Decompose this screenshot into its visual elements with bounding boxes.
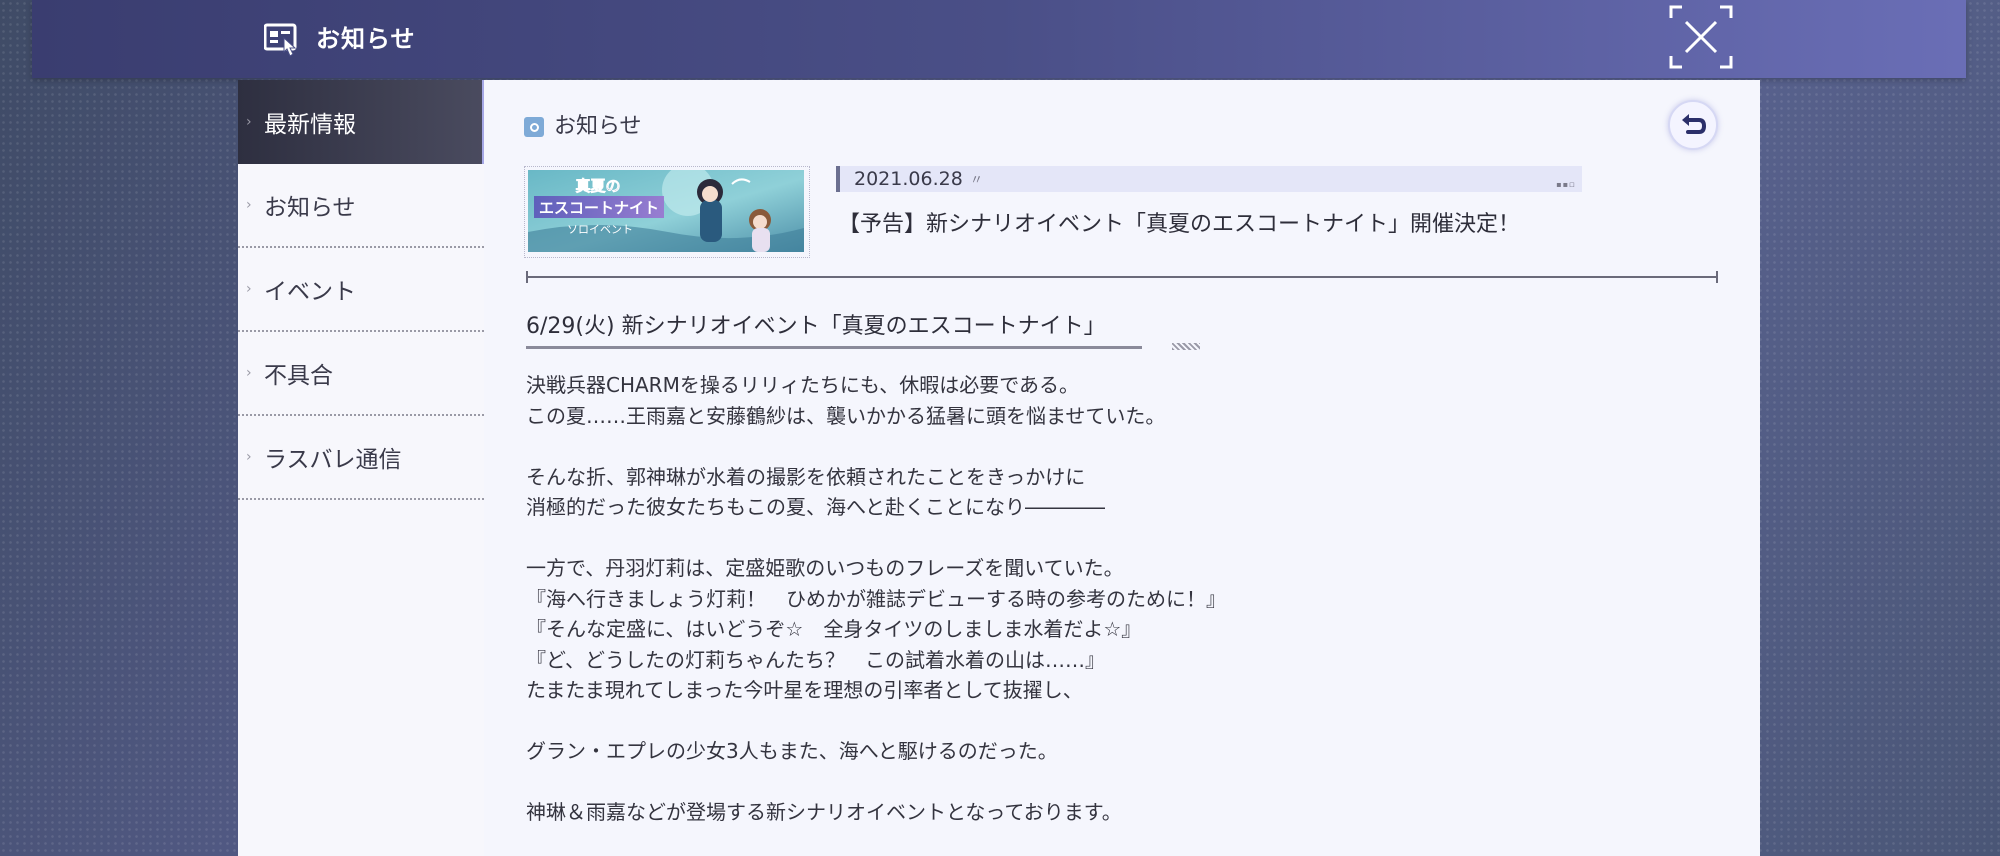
divider — [526, 276, 1718, 278]
bullet-icon — [524, 117, 544, 137]
body-line: 一方で、丹羽灯莉は、定盛姫歌のいつものフレーズを聞いていた。 — [526, 556, 1124, 580]
notice-board-icon — [264, 23, 297, 57]
body-line: そんな折、郭神琳が水着の撮影を依頼されたことをきっかけに — [526, 464, 1086, 489]
sidebar: › 最新情報 › お知らせ › イベント › 不具合 › ラスバレ通信 — [238, 80, 488, 856]
close-icon[interactable] — [1668, 4, 1734, 70]
body-line: 神琳＆雨嘉などが登場する新シナリオイベントとなっております。 — [526, 800, 1122, 824]
body-line — [526, 431, 1706, 462]
sidebar-item-label: お知らせ — [264, 195, 356, 221]
divider-tick — [526, 271, 528, 283]
header-title: お知らせ — [316, 25, 416, 53]
divider-tick — [1716, 271, 1718, 283]
sidebar-item-label: 不具合 — [264, 363, 333, 389]
body-line — [526, 706, 1706, 737]
subtitle-underline — [526, 346, 1142, 349]
section-title: お知らせ — [554, 114, 642, 139]
chevron-right-icon: › — [246, 114, 252, 130]
sidebar-item-label: 最新情報 — [264, 112, 356, 138]
body-line: 消極的だった彼女たちもこの夏、海へと赴くことになり―――― — [526, 495, 1105, 519]
body-line: 『海へ行きましょう灯莉！ ひめかが雑誌デビューする時の参考のために！』 — [526, 586, 1226, 611]
undo-icon — [1682, 114, 1707, 134]
body-line: 『ど、どうしたの灯莉ちゃんたち？ この試着水着の山は……』 — [526, 647, 1105, 672]
section-header: お知らせ — [524, 112, 642, 142]
chevron-right-icon: › — [246, 449, 252, 465]
article-panel: お知らせ 真夏の エスコートナイト ソロイベント 2021.06.28 〃 ▪▪… — [484, 80, 1760, 856]
sidebar-item-lasbare-news[interactable]: › ラスバレ通信 — [238, 416, 484, 500]
post-date: 2021.06.28 — [854, 168, 963, 190]
body-line — [526, 767, 1706, 798]
body-line: 決戦兵器CHARMを操るリリィたちにも、休暇は必要である。 — [526, 373, 1080, 397]
sidebar-item-notices[interactable]: › お知らせ — [238, 164, 484, 248]
header-bar: お知らせ — [32, 0, 1966, 78]
article-subtitle: 6/29(火) 新シナリオイベント「真夏のエスコートナイト」 — [526, 314, 1106, 339]
quote-mark-icon: 〃 — [970, 173, 984, 188]
sidebar-item-events[interactable]: › イベント — [238, 248, 484, 332]
sidebar-item-bugs[interactable]: › 不具合 — [238, 332, 484, 416]
event-banner-thumbnail[interactable]: 真夏の エスコートナイト ソロイベント — [528, 170, 804, 252]
body-line: この夏……王雨嘉と安藤鶴紗は、襲いかかる猛暑に頭を悩ませていた。 — [526, 403, 1166, 428]
banner-line2: エスコートナイト — [539, 199, 659, 217]
banner-line3: ソロイベント — [567, 223, 633, 236]
banner-line1: 真夏の — [575, 177, 620, 195]
back-button[interactable] — [1668, 100, 1718, 150]
chevron-right-icon: › — [246, 365, 252, 381]
sidebar-item-label: イベント — [264, 279, 356, 305]
post-title: 【予告】新シナリオイベント「真夏のエスコートナイト」開催決定！ — [838, 212, 1521, 237]
body-line: 『そんな定盛に、はいどうぞ☆ 全身タイツのしましま水着だよ☆』 — [526, 617, 1142, 641]
subtitle-hatch-deco — [1172, 343, 1200, 350]
article-body: 決戦兵器CHARMを操るリリィたちにも、休暇は必要である。 この夏……王雨嘉と安… — [526, 370, 1706, 828]
body-line: グラン・エプレの少女3人もまた、海へと駆けるのだった。 — [526, 739, 1058, 763]
post-date-bar: 2021.06.28 〃 ▪▪◽ — [836, 166, 1582, 192]
body-line: たまたま現れてしまった今叶星を理想の引率者として抜擢し、 — [526, 678, 1083, 702]
sidebar-item-latest[interactable]: › 最新情報 — [238, 80, 488, 164]
corner-deco-icon: ▪▪◽ — [1556, 180, 1576, 189]
chevron-right-icon: › — [246, 197, 252, 213]
body-line — [526, 523, 1706, 554]
sidebar-item-label: ラスバレ通信 — [264, 447, 402, 473]
chevron-right-icon: › — [246, 281, 252, 297]
